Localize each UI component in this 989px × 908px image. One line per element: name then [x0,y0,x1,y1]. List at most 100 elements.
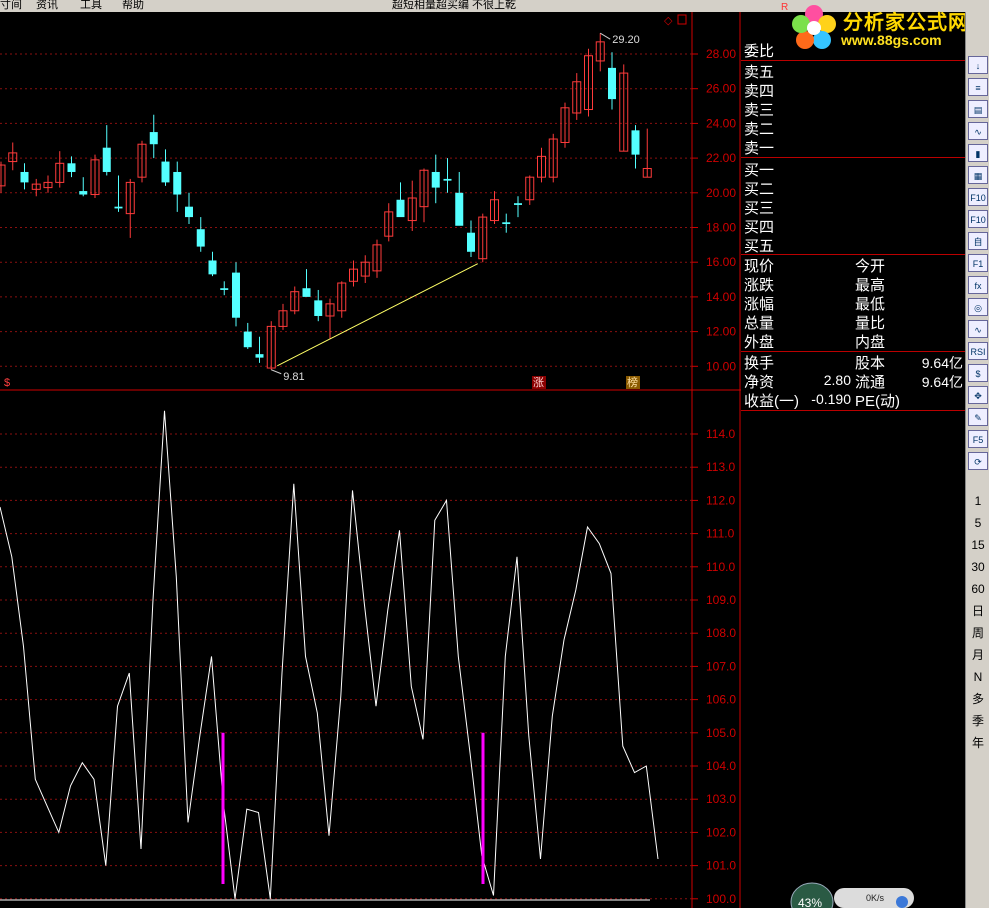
y-tick-label: 110.0 [706,560,735,574]
candle-body [631,130,640,155]
period-button[interactable]: 月 [968,646,988,664]
candle-body [161,161,170,183]
chart-area: 28.00 26.00 24.00 22.00 20.00 18.00 16.00 14.00… [0,12,741,908]
dollar-marker: $ [4,377,10,389]
period-button[interactable]: 周 [968,624,988,642]
low-marker [271,369,282,375]
fin-label: 流通 [855,374,886,391]
y-tick-label: 101.0 [706,859,736,873]
zhang-marker: 涨 [533,376,544,389]
candle-body [314,300,323,316]
sell-level-label: 卖三 [744,102,775,119]
toolbar-button-icon[interactable]: F10 [968,210,988,228]
toolbar-button-icon[interactable]: $ [968,364,988,382]
high-marker [599,32,611,40]
y-tick-label: 12.00 [706,325,736,339]
candle-body [396,199,405,218]
divider [741,254,965,255]
stat-label: 量比 [855,315,886,332]
fin-label: 换手 [744,355,775,372]
stat-label: 涨跌 [744,277,775,294]
y-tick-label: 114.0 [706,427,735,441]
candle-body [255,354,264,358]
toolbar-button-icon[interactable]: ↓ [968,56,988,74]
period-button[interactable]: N [968,668,988,686]
toolbar-button-icon[interactable]: ▮ [968,144,988,162]
sell-level-label: 卖五 [744,64,775,81]
stat-label: 总量 [744,315,775,332]
progress-percent: 43% [798,896,822,908]
stat-label: 外盘 [744,334,775,351]
toolbar-button-icon[interactable]: 自 [968,232,988,250]
candle-body [220,288,229,290]
logo-url[interactable]: www.88gs.com [841,32,942,48]
toolbar-button-icon[interactable]: RSI [968,342,988,360]
buy-level-label: 买一 [744,162,775,179]
y-tick-label: 26.00 [706,82,736,96]
candle-body [114,206,123,209]
toolbar-button-icon[interactable]: ▦ [968,166,988,184]
candle-body [20,171,29,183]
fin-value: 2.80 [823,372,851,388]
candle-body [431,171,440,188]
candle-body [173,171,182,195]
toolbar-button-icon[interactable]: ∿ [968,122,988,140]
period-button[interactable]: 30 [968,558,988,576]
period-button[interactable]: 5 [968,514,988,532]
y-tick-label: 103.0 [706,792,736,806]
high-label: 29.20 [612,34,640,46]
buy-level-label: 买四 [744,219,775,236]
toolbar-button-icon[interactable]: ⟳ [968,452,988,470]
logo-title: 分析家公式网 [843,12,969,34]
candle-body [102,147,111,172]
candle-body [514,203,522,205]
speed-text: 0K/s [866,893,885,903]
toolbar-button-icon[interactable]: ✥ [968,386,988,404]
toolbar-button-icon[interactable]: ▤ [968,100,988,118]
candle-body [149,132,158,145]
stat-label: 最低 [855,296,886,313]
stat-label: 内盘 [855,334,886,351]
y-tick-label: 24.00 [706,116,736,130]
candle-body [302,288,311,297]
fin-value: 9.64亿 [921,374,963,390]
y-tick-label: 108.0 [706,626,736,640]
quote-panel: 委比 卖五 卖四 卖三 卖二 卖一 买一 买二 买三 买四 买五 现价 涨跌 涨幅 总量 外盘 今开 最高 最低 量比… [741,12,965,908]
site-logo: 分析家公式网 www.88gs.com R [781,0,989,56]
buy-level-label: 买三 [744,200,775,217]
toolbar-button-icon[interactable]: ∿ [968,320,988,338]
candle-body [208,260,217,275]
y-tick-label: 102.0 [706,825,736,839]
toolbar-button-icon[interactable]: F1 [968,254,988,272]
period-button[interactable]: 日 [968,602,988,620]
fin-value: 9.64亿 [921,355,963,371]
y-tick-label: 10.00 [706,359,736,373]
y-tick-label: 28.00 [706,47,736,61]
stat-label: 现价 [744,258,775,275]
toolbar-button-icon[interactable]: ≡ [968,78,988,96]
period-button[interactable]: 15 [968,536,988,554]
period-button[interactable]: 多 [968,690,988,708]
y-tick-label: 16.00 [706,255,736,269]
candle-body [79,191,88,195]
y-tick-label: 109.0 [706,593,736,607]
fin-label: 股本 [855,355,886,372]
toolbar-button-icon[interactable]: F10 [968,188,988,206]
bang-marker: 榜 [627,375,638,389]
toolbar-button-icon[interactable]: ✎ [968,408,988,426]
toolbar-button-icon[interactable]: ◎ [968,298,988,316]
fin-label: 净资 [744,374,775,391]
divider [741,157,965,158]
period-button[interactable]: 1 [968,492,988,510]
period-button[interactable]: 季 [968,712,988,730]
divider [741,351,965,352]
toolbar-button-icon[interactable]: fx [968,276,988,294]
network-widget: 43% 0K/s [790,882,914,908]
toolbar-button-icon[interactable]: F5 [968,430,988,448]
low-label: 9.81 [283,371,304,383]
fin-label: PE(动) [855,393,901,410]
period-button[interactable]: 60 [968,580,988,598]
buy-level-label: 买二 [744,181,775,198]
period-button[interactable]: 年 [968,734,988,752]
candle-body [443,178,452,181]
